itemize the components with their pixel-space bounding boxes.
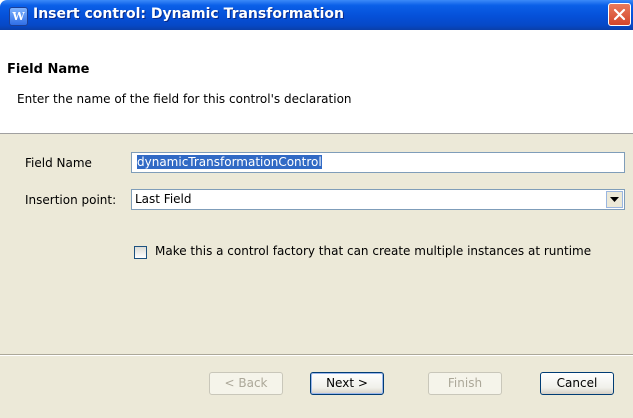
close-icon: [613, 8, 626, 21]
chevron-down-icon: [610, 197, 619, 202]
close-button[interactable]: [608, 3, 631, 26]
page-description: Enter the name of the field for this con…: [17, 92, 352, 106]
window-title: Insert control: Dynamic Transformation: [33, 6, 344, 22]
insertion-point-value: Last Field: [135, 192, 192, 206]
app-icon: W: [9, 7, 28, 26]
field-name-label: Field Name: [25, 156, 92, 170]
factory-checkbox-label[interactable]: Make this a control factory that can cre…: [155, 244, 591, 258]
dropdown-arrow-button[interactable]: [606, 191, 623, 208]
insertion-point-label: Insertion point:: [25, 193, 117, 207]
title-bar[interactable]: W Insert control: Dynamic Transformation: [0, 0, 633, 30]
finish-button[interactable]: Finish: [428, 372, 502, 395]
wizard-header: Field Name Enter the name of the field f…: [0, 30, 633, 134]
back-button[interactable]: < Back: [209, 372, 283, 395]
field-name-input[interactable]: dynamicTransformationControl: [131, 152, 625, 173]
wizard-body: Field Name dynamicTransformationControl …: [0, 134, 633, 418]
button-divider: [0, 354, 633, 356]
insertion-point-select[interactable]: Last Field: [131, 189, 625, 210]
cancel-button[interactable]: Cancel: [540, 372, 614, 395]
factory-checkbox[interactable]: [134, 246, 147, 259]
next-button[interactable]: Next >: [310, 372, 384, 395]
field-name-value: dynamicTransformationControl: [137, 155, 322, 169]
page-title: Field Name: [7, 62, 90, 77]
